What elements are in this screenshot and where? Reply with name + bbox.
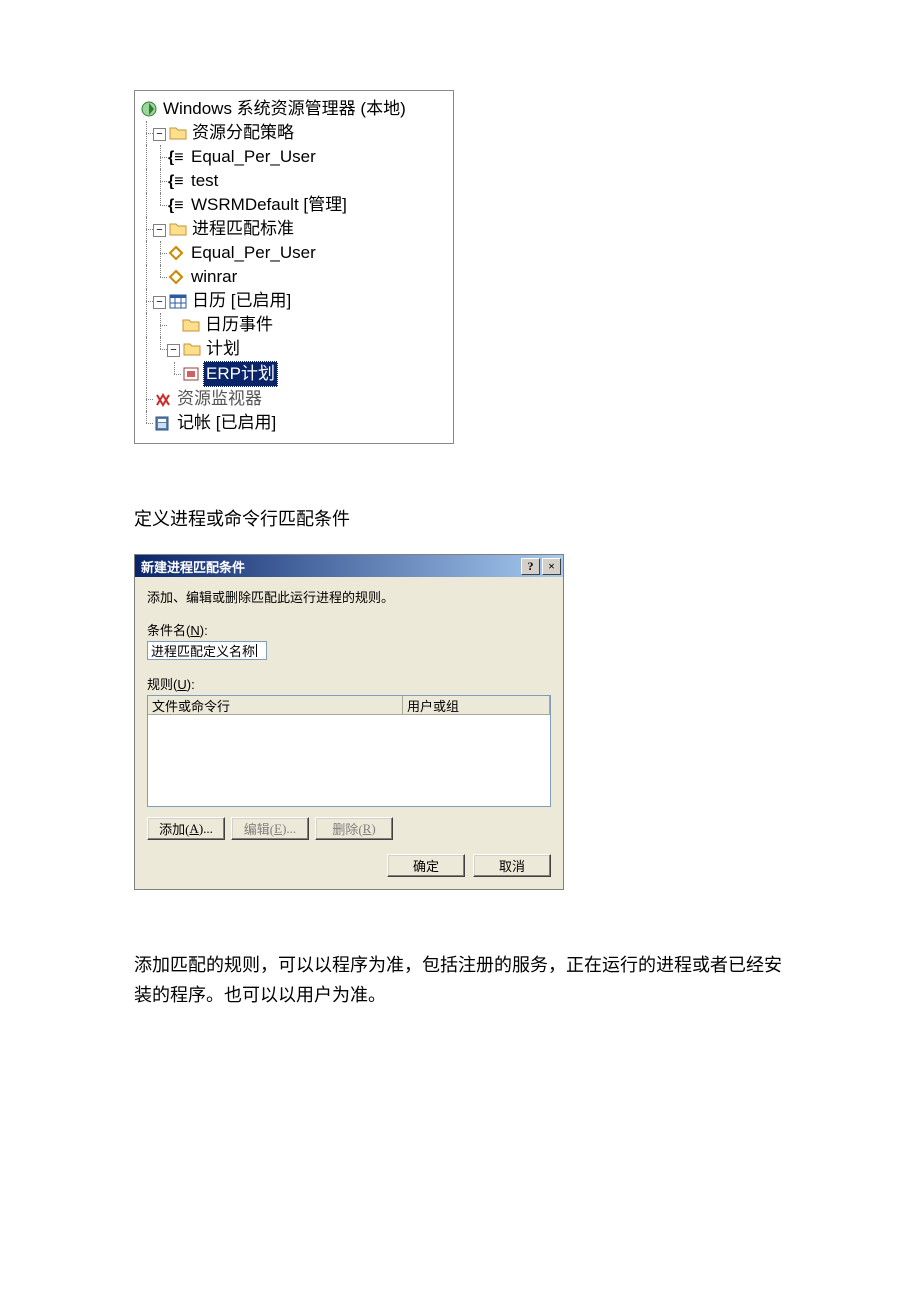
tree-item-calendar-events[interactable]: 日历事件 xyxy=(139,313,449,337)
svg-text:{≡: {≡ xyxy=(168,173,184,189)
folder-icon xyxy=(181,315,201,335)
column-user-or-group[interactable]: 用户或组 xyxy=(403,696,550,715)
cancel-button[interactable]: 取消 xyxy=(473,854,551,877)
ok-button[interactable]: 确定 xyxy=(387,854,465,877)
process-icon xyxy=(167,267,187,287)
tree-item-erp-plan[interactable]: ERP计划 xyxy=(139,361,449,387)
expander-icon[interactable]: − xyxy=(153,296,166,309)
expander-icon[interactable]: − xyxy=(167,344,180,357)
tree-item-label: 记帐 [已启用] xyxy=(175,411,276,435)
tree-folder-calendar[interactable]: − 日历 [已启用] xyxy=(139,289,449,313)
svg-text:{≡: {≡ xyxy=(168,149,184,165)
rules-label: 规则(U): xyxy=(147,674,551,693)
accounting-icon xyxy=(153,413,173,433)
tree-item-label: 进程匹配标准 xyxy=(190,217,294,241)
column-file-or-command[interactable]: 文件或命令行 xyxy=(148,696,403,715)
folder-icon xyxy=(168,123,188,143)
expander-icon[interactable]: − xyxy=(153,128,166,141)
tree-item-accounting[interactable]: 记帐 [已启用] xyxy=(139,411,449,435)
tree-item-label: 日历 [已启用] xyxy=(190,289,291,313)
tree-item-label: winrar xyxy=(189,265,237,289)
tree-item-wsrmdefault[interactable]: {≡ WSRMDefault [管理] xyxy=(139,193,449,217)
dialog-title: 新建进程匹配条件 xyxy=(141,557,245,576)
add-button[interactable]: 添加(A)... xyxy=(147,817,225,840)
folder-icon xyxy=(182,339,202,359)
dialog-new-process-match: 新建进程匹配条件 ? × 添加、编辑或删除匹配此运行进程的规则。 条件名(N):… xyxy=(134,554,564,890)
tree-folder-process-match[interactable]: − 进程匹配标准 xyxy=(139,217,449,241)
tree-view: Windows 系统资源管理器 (本地) − 资源分配策略 {≡ Equal_P… xyxy=(134,90,454,444)
plan-item-icon xyxy=(181,364,201,384)
dialog-titlebar: 新建进程匹配条件 ? × xyxy=(135,555,563,577)
listview-header: 文件或命令行 用户或组 xyxy=(148,696,550,715)
tree-item-label: 资源分配策略 xyxy=(190,121,294,145)
calendar-icon xyxy=(168,291,188,311)
tree-item-test[interactable]: {≡ test xyxy=(139,169,449,193)
paragraph-1: 定义进程或命令行匹配条件 xyxy=(134,504,786,534)
wsrm-root-icon xyxy=(139,99,159,119)
edit-button[interactable]: 编辑(E)... xyxy=(231,817,309,840)
help-button[interactable]: ? xyxy=(521,558,540,575)
tree-root-label: Windows 系统资源管理器 (本地) xyxy=(161,97,406,121)
tree-folder-policies[interactable]: − 资源分配策略 xyxy=(139,121,449,145)
paragraph-2: 添加匹配的规则，可以以程序为准，包括注册的服务，正在运行的进程或者已经安装的程序… xyxy=(134,950,786,1010)
tree-item-equal-per-user[interactable]: {≡ Equal_Per_User xyxy=(139,145,449,169)
tree-item-label: WSRMDefault [管理] xyxy=(189,193,347,217)
svg-text:{≡: {≡ xyxy=(168,197,184,213)
tree-item-monitor[interactable]: 资源监视器 xyxy=(139,387,449,411)
expander-icon[interactable]: − xyxy=(153,224,166,237)
tree-item-label-selected: ERP计划 xyxy=(203,361,278,387)
tree-folder-plan[interactable]: − 计划 xyxy=(139,337,449,361)
close-button[interactable]: × xyxy=(542,558,561,575)
tree-item-label: 计划 xyxy=(204,337,240,361)
condition-name-input[interactable]: 进程匹配定义名称 xyxy=(147,641,267,660)
process-icon xyxy=(167,243,187,263)
tree-item-label: Equal_Per_User xyxy=(189,145,316,169)
condition-name-label: 条件名(N): xyxy=(147,620,551,639)
policy-icon: {≡ xyxy=(167,171,187,191)
delete-button[interactable]: 删除(R) xyxy=(315,817,393,840)
tree-root[interactable]: Windows 系统资源管理器 (本地) xyxy=(139,97,449,121)
policy-icon: {≡ xyxy=(167,147,187,167)
dialog-description: 添加、编辑或删除匹配此运行进程的规则。 xyxy=(147,587,551,606)
tree-item-equal-per-user-2[interactable]: Equal_Per_User xyxy=(139,241,449,265)
policy-icon: {≡ xyxy=(167,195,187,215)
rules-listview[interactable]: 文件或命令行 用户或组 xyxy=(147,695,551,807)
folder-icon xyxy=(168,219,188,239)
tree-item-winrar[interactable]: winrar xyxy=(139,265,449,289)
monitor-icon xyxy=(153,389,173,409)
tree-item-label: test xyxy=(189,169,218,193)
tree-item-label: Equal_Per_User xyxy=(189,241,316,265)
tree-item-label: 日历事件 xyxy=(203,313,273,337)
tree-item-label: 资源监视器 xyxy=(175,387,262,411)
